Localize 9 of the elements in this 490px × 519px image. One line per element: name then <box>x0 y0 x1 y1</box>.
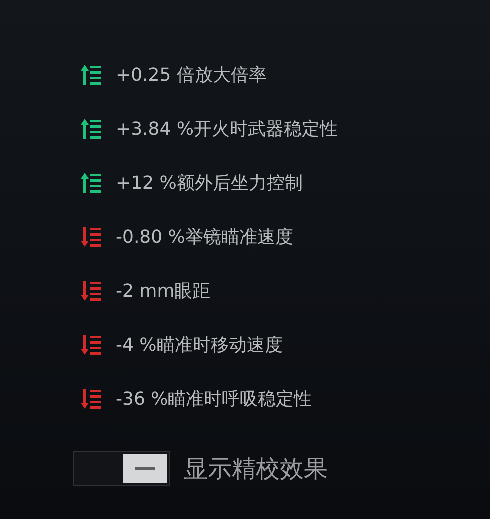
stat-text: +12 %额外后坐力控制 <box>116 172 303 195</box>
stat-text: -0.80 %举镜瞄准速度 <box>116 226 294 249</box>
stat-text: -4 %瞄准时移动速度 <box>116 334 283 357</box>
stat-text: +0.25 倍放大倍率 <box>116 64 267 87</box>
stat-text: -36 %瞄准时呼吸稳定性 <box>116 388 312 411</box>
toggle-label: 显示精校效果 <box>184 454 328 484</box>
stat-text: +3.84 %开火时武器稳定性 <box>116 118 338 141</box>
toggle-switch[interactable] <box>73 451 170 486</box>
stat-text: -2 mm眼距 <box>116 280 211 303</box>
